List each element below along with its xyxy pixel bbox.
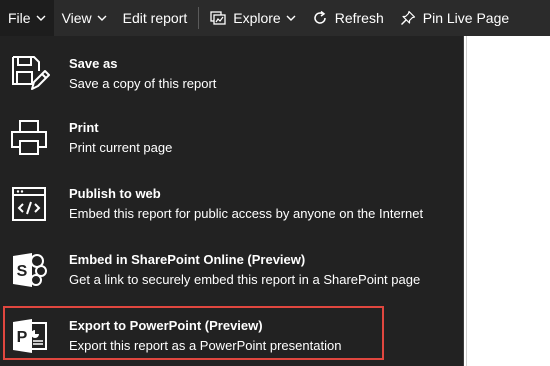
file-menu-label: File	[8, 10, 31, 26]
pin-icon	[400, 10, 415, 25]
menu-item-description: Export this report as a PowerPoint prese…	[69, 338, 342, 353]
explore-menu-button[interactable]: Explore	[202, 0, 303, 36]
menu-item-publish-to-web[interactable]: Publish to web Embed this report for pub…	[0, 176, 464, 238]
svg-text:P: P	[17, 329, 28, 346]
menu-item-title: Embed in SharePoint Online (Preview)	[69, 252, 306, 267]
menu-item-title: Save as	[69, 56, 118, 71]
menu-item-embed-sharepoint[interactable]: S Embed in SharePoint Online (Preview) G…	[0, 242, 464, 304]
save-as-icon	[12, 56, 50, 90]
menu-item-description: Get a link to securely embed this report…	[69, 272, 421, 287]
app-frame: File View Edit report Explore Refresh Pi…	[0, 0, 550, 366]
page-edge-divider	[466, 36, 467, 366]
view-menu-button[interactable]: View	[54, 0, 115, 36]
explore-icon	[210, 11, 226, 25]
refresh-label: Refresh	[334, 10, 384, 26]
refresh-button[interactable]: Refresh	[304, 0, 392, 36]
sharepoint-icon: S	[13, 253, 47, 287]
menu-item-description: Print current page	[69, 140, 173, 155]
menu-item-title: Publish to web	[69, 186, 161, 201]
menu-item-title: Export to PowerPoint (Preview)	[69, 318, 263, 333]
menu-item-title: Print	[69, 120, 99, 135]
menu-item-save-as[interactable]: Save as Save a copy of this report	[0, 46, 464, 108]
print-icon	[11, 120, 47, 155]
publish-web-icon	[12, 187, 46, 221]
pin-live-page-button[interactable]: Pin Live Page	[392, 0, 517, 36]
chevron-down-icon	[97, 15, 107, 21]
svg-text:S: S	[17, 263, 28, 280]
refresh-icon	[313, 10, 326, 24]
powerpoint-icon: P	[13, 319, 47, 353]
chevron-down-icon	[36, 15, 46, 21]
file-dropdown-menu: Save as Save a copy of this report Print…	[0, 36, 464, 366]
menu-item-export-powerpoint[interactable]: P Export to PowerPoint (Preview) Export …	[0, 308, 464, 366]
toolbar-divider	[198, 7, 200, 29]
menu-item-description: Embed this report for public access by a…	[69, 206, 424, 221]
explore-menu-label: Explore	[233, 10, 281, 26]
edit-report-button[interactable]: Edit report	[115, 0, 196, 36]
view-menu-label: View	[61, 10, 92, 26]
report-toolbar: File View Edit report Explore Refresh Pi…	[0, 0, 550, 36]
menu-item-print[interactable]: Print Print current page	[0, 110, 464, 172]
edit-report-label: Edit report	[122, 10, 188, 26]
chevron-down-icon	[286, 15, 296, 21]
menu-item-description: Save a copy of this report	[69, 76, 217, 91]
file-menu-button[interactable]: File	[0, 0, 54, 36]
pin-live-page-label: Pin Live Page	[422, 10, 510, 26]
